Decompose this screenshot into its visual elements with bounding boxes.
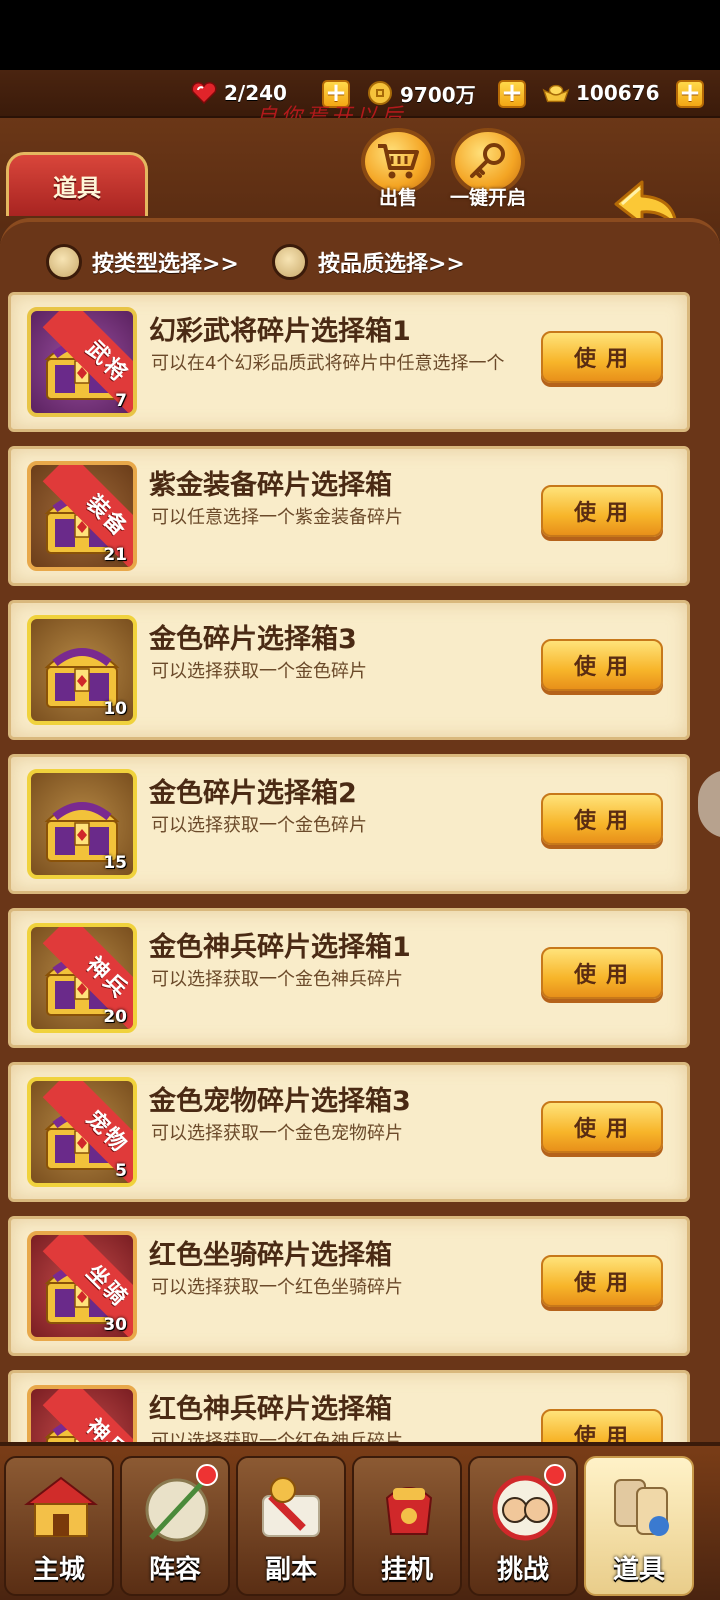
nav-tab[interactable]: 挂机 <box>352 1456 462 1596</box>
item-card: 武将 7 幻彩武将碎片选择箱1 可以在4个幻彩品质武将碎片中任意选择一个 使用 <box>8 292 690 432</box>
nav-tab[interactable]: 主城 <box>4 1456 114 1596</box>
item-card: 15 金色碎片选择箱2 可以选择获取一个金色碎片 使用 <box>8 754 690 894</box>
filter-by-quality-label: 按品质选择>> <box>318 252 465 277</box>
item-card: 10 金色碎片选择箱3 可以选择获取一个金色碎片 使用 <box>8 600 690 740</box>
notification-dot <box>544 1464 566 1486</box>
page-title: 道具 <box>53 174 101 202</box>
item-description: 可以选择获取一个金色宠物碎片 <box>151 1123 403 1144</box>
nav-tab-label: 阵容 <box>148 1555 201 1585</box>
nav-tab-label: 挑战 <box>496 1555 549 1585</box>
nav-tab-label: 道具 <box>612 1555 665 1585</box>
filter-by-type[interactable]: 按类型选择>> <box>46 242 239 282</box>
gold-ingot-icon <box>542 81 570 105</box>
item-quantity: 15 <box>103 853 127 873</box>
item-description: 可以选择获取一个金色碎片 <box>151 661 367 682</box>
item-quantity: 30 <box>103 1315 127 1335</box>
item-icon[interactable]: 神兵 20 <box>27 923 137 1033</box>
item-card: 宠物 5 金色宠物碎片选择箱3 可以选择获取一个金色宠物碎片 使用 <box>8 1062 690 1202</box>
item-name: 金色碎片选择箱3 <box>149 624 357 655</box>
use-button[interactable]: 使用 <box>541 793 663 845</box>
header: 道具 出售 一键开启 <box>0 118 720 228</box>
item-name: 红色坐骑碎片选择箱 <box>149 1240 392 1271</box>
open-all-button[interactable]: 一键开启 <box>443 128 533 210</box>
nav-tab[interactable]: 副本 <box>236 1456 346 1596</box>
item-card: 装备 21 紫金装备碎片选择箱 可以任意选择一个紫金装备碎片 使用 <box>8 446 690 586</box>
item-icon[interactable]: 10 <box>27 615 137 725</box>
item-name: 金色神兵碎片选择箱1 <box>149 932 411 963</box>
filter-by-type-label: 按类型选择>> <box>92 252 239 277</box>
item-description: 可以选择获取一个金色碎片 <box>151 815 367 836</box>
item-quantity: 7 <box>115 391 127 411</box>
use-button[interactable]: 使用 <box>541 639 663 691</box>
item-icon[interactable]: 15 <box>27 769 137 879</box>
item-name: 幻彩武将碎片选择箱1 <box>149 316 411 347</box>
nav-tab-label: 挂机 <box>380 1555 433 1585</box>
main-city-icon <box>21 1468 101 1548</box>
item-icon[interactable]: 坐骑 30 <box>27 1231 137 1341</box>
coins-value: 9700万 <box>400 82 476 107</box>
use-button[interactable]: 使用 <box>541 1101 663 1153</box>
gold-value: 100676 <box>576 81 660 105</box>
item-icon[interactable]: 宠物 5 <box>27 1077 137 1187</box>
quality-radio[interactable] <box>272 244 308 280</box>
nav-tab[interactable]: 阵容 <box>120 1456 230 1596</box>
nav-tab-label: 主城 <box>32 1555 85 1585</box>
item-name: 红色神兵碎片选择箱 <box>149 1394 392 1425</box>
item-card: 坐骑 30 红色坐骑碎片选择箱 可以选择获取一个红色坐骑碎片 使用 <box>8 1216 690 1356</box>
use-button[interactable]: 使用 <box>541 331 663 383</box>
heart-icon <box>190 81 218 105</box>
type-radio[interactable] <box>46 244 82 280</box>
item-card: 神兵 20 金色神兵碎片选择箱1 可以选择获取一个金色神兵碎片 使用 <box>8 908 690 1048</box>
item-quantity: 20 <box>103 1007 127 1027</box>
item-description: 可以选择获取一个金色神兵碎片 <box>151 969 403 990</box>
item-name: 金色碎片选择箱2 <box>149 778 357 809</box>
app-root: 2/240 + 9700万 + 100676 + 自你焉开以后 道具 出售 一键… <box>0 70 720 1600</box>
use-button[interactable]: 使用 <box>541 947 663 999</box>
dungeon-icon <box>253 1468 333 1548</box>
bottom-nav: 主城 阵容 副本 挂机 挑战 道具 <box>0 1442 720 1600</box>
nav-tab-label: 副本 <box>264 1555 317 1585</box>
gold-display: 100676 <box>542 78 660 108</box>
filter-by-quality[interactable]: 按品质选择>> <box>272 242 465 282</box>
nav-tab[interactable]: 道具 <box>584 1456 694 1596</box>
items-icon <box>601 1468 681 1548</box>
open-all-label: 一键开启 <box>449 187 526 209</box>
item-list[interactable]: 武将 7 幻彩武将碎片选择箱1 可以在4个幻彩品质武将碎片中任意选择一个 使用 … <box>0 288 720 1510</box>
use-button[interactable]: 使用 <box>541 485 663 537</box>
item-name: 紫金装备碎片选择箱 <box>149 470 392 501</box>
item-quantity: 21 <box>103 545 127 565</box>
sell-label: 出售 <box>378 187 417 209</box>
item-description: 可以任意选择一个紫金装备碎片 <box>151 507 403 528</box>
item-description: 可以在4个幻彩品质武将碎片中任意选择一个 <box>151 353 505 374</box>
use-button[interactable]: 使用 <box>541 1255 663 1307</box>
page-title-banner: 道具 <box>6 152 148 216</box>
item-name: 金色宠物碎片选择箱3 <box>149 1086 411 1117</box>
item-icon[interactable]: 武将 7 <box>27 307 137 417</box>
sell-button[interactable]: 出售 <box>357 128 439 210</box>
add-coins-button[interactable]: + <box>498 80 526 108</box>
currency-bar: 2/240 + 9700万 + 100676 + 自你焉开以后 <box>0 70 720 128</box>
item-quantity: 5 <box>115 1161 127 1181</box>
item-icon[interactable]: 装备 21 <box>27 461 137 571</box>
item-quantity: 10 <box>103 699 127 719</box>
nav-tab[interactable]: 挑战 <box>468 1456 578 1596</box>
add-gold-button[interactable]: + <box>676 80 704 108</box>
idle-icon <box>369 1468 449 1548</box>
item-description: 可以选择获取一个红色坐骑碎片 <box>151 1277 403 1298</box>
notification-dot <box>196 1464 218 1486</box>
